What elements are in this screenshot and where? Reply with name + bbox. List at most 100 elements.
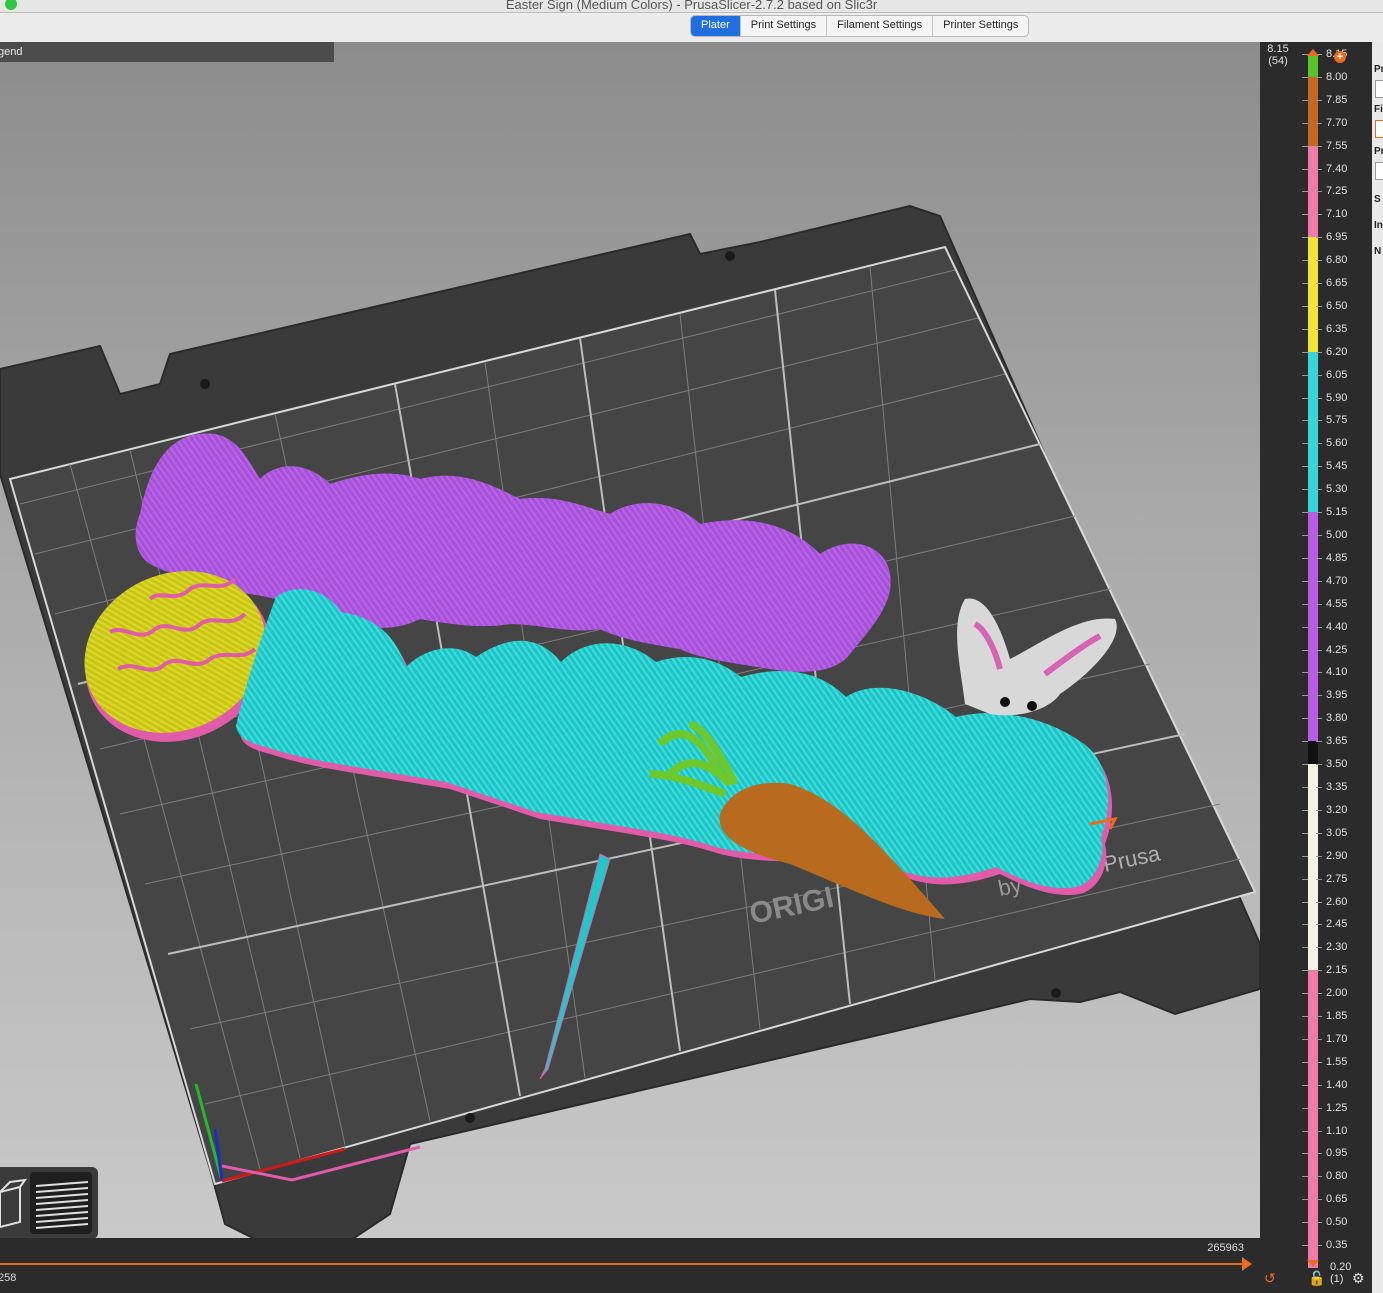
settings-gear-icon[interactable]: ⚙	[1352, 1270, 1365, 1287]
layer-tick: 1.70	[1302, 1033, 1383, 1045]
layer-tick-label: 4.40	[1326, 620, 1348, 633]
legend-panel[interactable]: gend	[0, 42, 334, 62]
layer-tick-label: 2.60	[1326, 895, 1348, 908]
layer-tick-label: 4.70	[1326, 574, 1348, 587]
layer-tick: 3.05	[1302, 827, 1383, 839]
layer-tick-label: 2.30	[1326, 941, 1348, 954]
layer-tick-label: 6.80	[1326, 254, 1348, 267]
layer-tick: 3.50	[1302, 758, 1383, 770]
layer-color-segment	[1308, 764, 1318, 971]
layer-tick: 5.30	[1302, 483, 1383, 495]
layer-tick: 7.10	[1302, 208, 1383, 220]
layer-tick-label: 2.15	[1326, 964, 1348, 977]
layer-tick: 1.40	[1302, 1079, 1383, 1091]
layer-slider-upper-thumb[interactable]	[1307, 49, 1319, 56]
layer-tick-label: 3.05	[1326, 826, 1348, 839]
layer-tick: 5.90	[1302, 392, 1383, 404]
sidebar-letter-printer: Pr	[1374, 146, 1383, 157]
3d-viewport[interactable]: ORIGI by Prusa gend	[0, 42, 1260, 1238]
layer-tick-label: 3.50	[1326, 758, 1348, 771]
layer-tick: 4.25	[1302, 644, 1383, 656]
layer-tick-label: 7.10	[1326, 208, 1348, 221]
tab-printer-settings[interactable]: Printer Settings	[933, 16, 1028, 36]
tab-plater[interactable]: Plater	[691, 16, 741, 36]
layer-tick: 7.55	[1302, 140, 1383, 152]
move-slider-max: 265963	[1207, 1242, 1244, 1254]
add-color-change-button[interactable]: +	[1334, 51, 1346, 63]
cube-icon	[0, 1178, 28, 1229]
printer-combo[interactable]	[1375, 162, 1383, 180]
layer-tick: 6.50	[1302, 300, 1383, 312]
legend-label: gend	[0, 46, 23, 58]
layer-tick: 4.40	[1302, 621, 1383, 633]
layer-tick-label: 7.85	[1326, 93, 1348, 106]
layer-tick-label: 1.85	[1326, 1010, 1348, 1023]
layer-tick-label: 1.10	[1326, 1124, 1348, 1137]
print-settings-combo[interactable]	[1375, 80, 1383, 98]
layer-tick-label: 4.25	[1326, 643, 1348, 656]
layer-tick-label: 6.95	[1326, 231, 1348, 244]
layer-tick-label: 2.00	[1326, 987, 1348, 1000]
layer-tick: 6.35	[1302, 323, 1383, 335]
layer-tick-label: 4.85	[1326, 551, 1348, 564]
layer-tick: 2.00	[1302, 987, 1383, 999]
preview-view-button[interactable]	[30, 1172, 92, 1234]
print-bed-scene: ORIGI by Prusa	[0, 204, 1260, 1238]
layer-tick: 7.40	[1302, 163, 1383, 175]
layer-tick: 2.90	[1302, 850, 1383, 862]
layer-tick: 4.10	[1302, 666, 1383, 678]
layer-slider-lower-thumb[interactable]	[1307, 1260, 1319, 1267]
sidebar-letter-n: N	[1374, 246, 1382, 257]
layer-tick: 7.85	[1302, 94, 1383, 106]
layer-tick: 0.80	[1302, 1170, 1383, 1182]
layer-tick-label: 2.75	[1326, 872, 1348, 885]
layer-tick: 0.65	[1302, 1193, 1383, 1205]
layer-tick-label: 0.35	[1326, 1239, 1348, 1252]
layer-tick-label: 5.90	[1326, 391, 1348, 404]
layer-tick: 5.75	[1302, 414, 1383, 426]
layer-tick: 2.75	[1302, 873, 1383, 885]
layer-tick: 4.85	[1302, 552, 1383, 564]
layer-tick-label: 3.65	[1326, 735, 1348, 748]
layer-tick-label: 6.20	[1326, 345, 1348, 358]
window-title: Easter Sign (Medium Colors) - PrusaSlice…	[505, 0, 878, 12]
layer-tick-label: 3.95	[1326, 689, 1348, 702]
layer-tick: 1.55	[1302, 1056, 1383, 1068]
layer-tick-label: 7.40	[1326, 162, 1348, 175]
layer-tick-label: 4.10	[1326, 666, 1348, 679]
layer-tick-label: 0.80	[1326, 1170, 1348, 1183]
layer-tick: 7.70	[1302, 117, 1383, 129]
layer-tick-label: 0.50	[1326, 1216, 1348, 1229]
layer-tick-label: 0.65	[1326, 1193, 1348, 1206]
layers-icon	[35, 1181, 89, 1229]
main-tabs: Plater Print Settings Filament Settings …	[690, 15, 1030, 37]
layer-tick-label: 6.50	[1326, 299, 1348, 312]
move-slider-track[interactable]	[0, 1263, 1246, 1265]
layer-tick: 5.00	[1302, 529, 1383, 541]
layer-tick: 6.05	[1302, 369, 1383, 381]
layer-color-segment	[1308, 76, 1318, 146]
layer-tick-label: 1.40	[1326, 1078, 1348, 1091]
sidebar-letter-filament: Fi	[1374, 104, 1383, 115]
layer-slider-controls: ↺ 🔓 ⚙	[1260, 1270, 1372, 1293]
tab-print-settings[interactable]: Print Settings	[741, 16, 828, 36]
layer-tick: 5.15	[1302, 506, 1383, 518]
sidebar-letter-in: In	[1374, 220, 1383, 231]
right-sidebar: Pr Fi Pr S In N	[1372, 42, 1383, 1293]
horizontal-move-slider[interactable]: 265963 258	[0, 1238, 1260, 1293]
tab-filament-settings[interactable]: Filament Settings	[827, 16, 934, 36]
layer-tick-label: 5.15	[1326, 506, 1348, 519]
layer-tick-label: 4.55	[1326, 597, 1348, 610]
discard-changes-icon[interactable]: ↺	[1264, 1270, 1276, 1287]
unlock-icon[interactable]: 🔓	[1308, 1270, 1325, 1287]
sidebar-letter-s: S	[1374, 194, 1381, 205]
layer-tick: 4.70	[1302, 575, 1383, 587]
layer-tick: 3.35	[1302, 781, 1383, 793]
move-slider-thumb[interactable]	[1242, 1257, 1252, 1271]
layer-slider-panel: 8.15(54) 8.158.007.857.707.557.407.257.1…	[1260, 42, 1372, 1293]
layer-tick: 6.80	[1302, 254, 1383, 266]
filament-combo[interactable]	[1375, 120, 1383, 138]
layer-tick-label: 5.00	[1326, 529, 1348, 542]
3d-view-button[interactable]	[0, 1172, 32, 1234]
layer-tick-label: 8.00	[1326, 70, 1348, 83]
